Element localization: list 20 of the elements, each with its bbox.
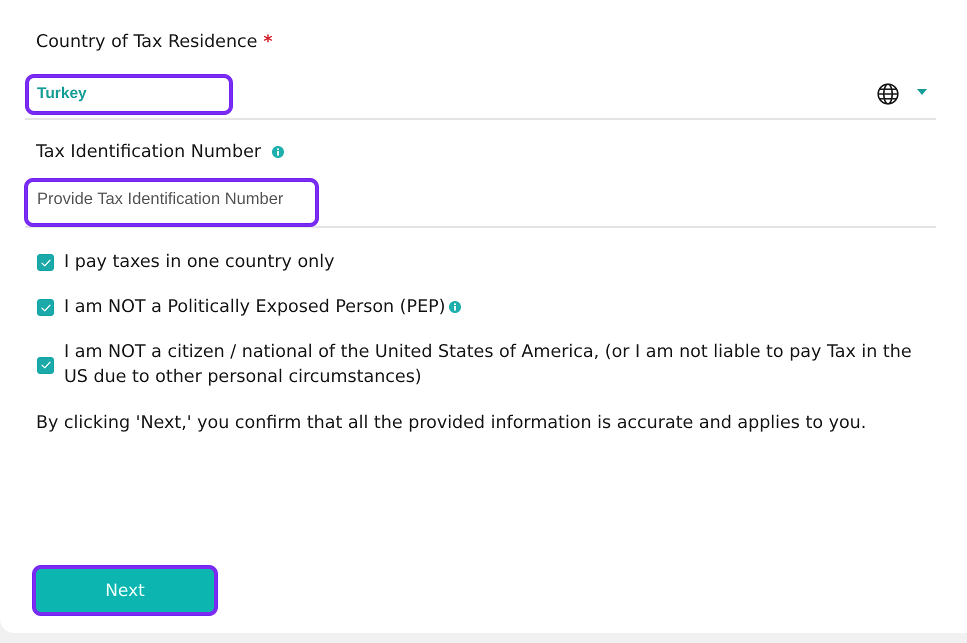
info-icon[interactable] xyxy=(448,301,461,313)
checkbox[interactable] xyxy=(37,356,54,374)
checkbox[interactable] xyxy=(37,254,54,271)
country-select[interactable]: Turkey xyxy=(25,70,936,120)
tax-id-field[interactable]: Provide Tax Identification Number xyxy=(25,174,936,228)
field-label: Tax Identification Number xyxy=(36,141,262,164)
confirmation-notice: By clicking 'Next,' you confirm that all the provided information is accurate and applies to you. xyxy=(36,412,868,435)
checkmark-icon xyxy=(40,361,50,369)
checkbox-label: I am NOT a Politically Exposed Person (PEP) xyxy=(64,297,446,317)
checkmark-icon xyxy=(40,304,50,312)
globe-icon xyxy=(877,83,899,105)
checkmark-icon xyxy=(40,258,50,266)
next-button[interactable]: Next xyxy=(32,565,218,616)
checkbox[interactable] xyxy=(37,299,54,316)
required-mark: * xyxy=(263,32,272,52)
checkbox-label: I pay taxes in one country only xyxy=(64,252,334,272)
info-icon[interactable] xyxy=(272,146,284,158)
field-label: Country of Tax Residence xyxy=(36,31,258,54)
caret-icon[interactable] xyxy=(917,89,927,95)
checkbox-label: I am NOT a citizen / national of the United States of America, (or I am not liable to pay Tax in the US due to other personal circumstances) xyxy=(64,342,912,387)
